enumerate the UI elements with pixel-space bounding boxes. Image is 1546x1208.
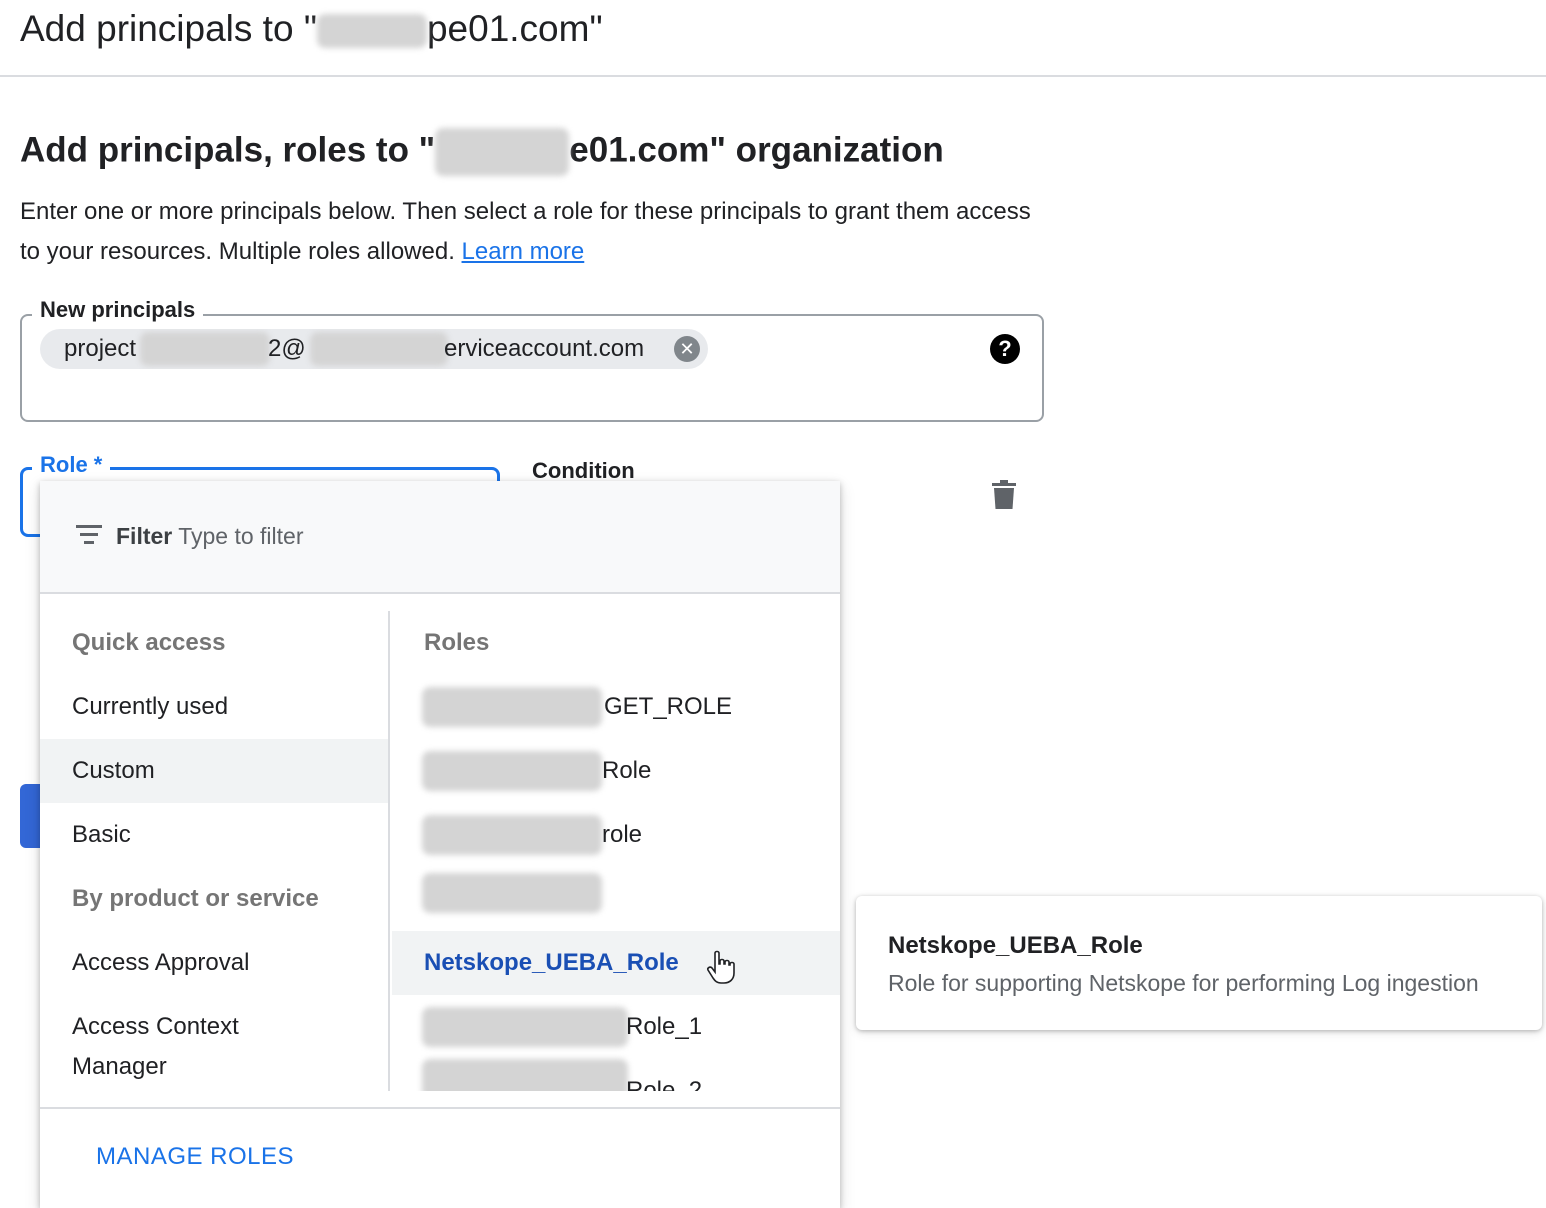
help-icon[interactable]: ?: [990, 334, 1020, 364]
roles-list: Roles GET_ROLE Role role Netskope_UEBA_R…: [392, 611, 840, 1091]
category-currently-used[interactable]: Currently used: [40, 675, 388, 739]
role-option-label: Role_2: [626, 1077, 703, 1091]
redacted-text: [310, 332, 448, 366]
role-option-label: Role_1: [626, 1013, 703, 1040]
redacted-text: [140, 332, 270, 366]
new-principals-label: New principals: [32, 297, 204, 323]
trash-icon[interactable]: [991, 480, 1017, 510]
role-option-label: Role: [602, 757, 652, 784]
filter-placeholder: Type to filter: [178, 523, 304, 549]
section-title-suffix: e01.com" organization: [569, 130, 944, 170]
redacted-text: [316, 14, 427, 49]
chip-text-part1: project: [64, 335, 137, 362]
chip-close-icon[interactable]: ✕: [674, 336, 700, 362]
role-option-netskope-ueba-role[interactable]: Netskope_UEBA_Role: [392, 931, 840, 995]
category-list: Quick access Currently used Custom Basic…: [40, 611, 390, 1091]
role-option[interactable]: GET_ROLE: [392, 675, 840, 739]
role-option-label: role: [602, 821, 643, 848]
redacted-text: [422, 1059, 628, 1091]
redacted-text: [422, 751, 602, 791]
pointer-hand-icon: [707, 950, 735, 984]
filter-input[interactable]: Filter Type to filter: [116, 523, 304, 550]
filter-bar[interactable]: Filter Type to filter: [40, 481, 840, 594]
category-access-approval[interactable]: Access Approval: [40, 931, 388, 995]
role-option[interactable]: Role_1: [392, 995, 840, 1059]
page-title: Add principals to " pe01.com": [20, 8, 603, 50]
principal-chip[interactable]: project 2@ erviceaccount.com ✕: [40, 329, 708, 369]
page-header: Add principals to " pe01.com": [0, 0, 1546, 77]
role-option[interactable]: Role_2: [392, 1059, 840, 1091]
dropdown-footer: MANAGE ROLES: [40, 1107, 840, 1208]
role-option[interactable]: role: [392, 803, 840, 867]
redacted-text: [422, 815, 602, 855]
role-option[interactable]: [392, 867, 840, 931]
filter-icon: [76, 525, 102, 545]
chip-text-part3: erviceaccount.com: [444, 335, 645, 362]
role-label: Role *: [32, 452, 111, 478]
redacted-text: [422, 873, 602, 913]
role-option-label: GET_ROLE: [604, 693, 733, 720]
page-title-prefix: Add principals to ": [20, 8, 317, 49]
category-basic[interactable]: Basic: [40, 803, 388, 867]
quick-access-heading: Quick access: [72, 629, 226, 656]
roles-heading: Roles: [424, 629, 490, 656]
role-dropdown: Filter Type to filter Quick access Curre…: [40, 481, 840, 1208]
learn-more-link[interactable]: Learn more: [462, 238, 585, 265]
role-option-label: Netskope_UEBA_Role: [424, 949, 679, 976]
tooltip-title: Netskope_UEBA_Role: [888, 932, 1143, 959]
section-title-prefix: Add principals, roles to ": [20, 130, 436, 170]
role-option[interactable]: Role: [392, 739, 840, 803]
manage-roles-button[interactable]: MANAGE ROLES: [96, 1143, 294, 1171]
section-description: Enter one or more principals below. Then…: [20, 192, 1050, 272]
redacted-text: [422, 687, 602, 727]
chip-text-part2: 2@: [268, 335, 306, 362]
page-title-suffix: pe01.com": [426, 8, 603, 49]
by-product-heading: By product or service: [72, 885, 319, 912]
tooltip-description: Role for supporting Netskope for perform…: [888, 970, 1479, 996]
redacted-text: [435, 128, 570, 176]
filter-label: Filter: [116, 523, 173, 549]
redacted-text: [422, 1007, 628, 1047]
role-tooltip: Netskope_UEBA_Role Role for supporting N…: [856, 896, 1542, 1030]
category-custom[interactable]: Custom: [40, 739, 388, 803]
category-access-context-manager[interactable]: Access Context Manager: [40, 995, 300, 1091]
section-title: Add principals, roles to " e01.com" organ…: [20, 128, 944, 176]
